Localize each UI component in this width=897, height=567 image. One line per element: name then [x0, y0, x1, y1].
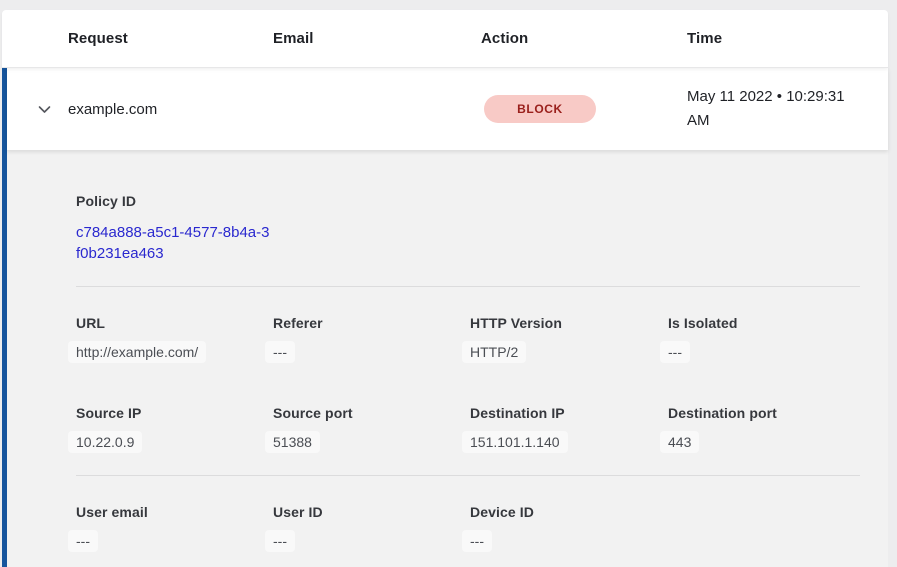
- detail-cell-user-email: User email ---: [76, 504, 273, 552]
- row-time-value: May 11 2022 • 10:29:31 AM: [687, 85, 883, 133]
- field-label: Source port: [273, 405, 470, 421]
- field-label: Destination port: [668, 405, 870, 421]
- field-value: ---: [68, 530, 98, 552]
- field-value: 151.101.1.140: [462, 431, 568, 453]
- row-detail-panel: Policy ID c784a888-a5c1-4577-8b4a-3f0b23…: [7, 150, 888, 567]
- field-value: ---: [462, 530, 492, 552]
- detail-cell-referer: Referer ---: [273, 315, 470, 363]
- detail-field-row: URL http://example.com/ Referer --- HTTP…: [76, 315, 870, 363]
- row-request-value: example.com: [68, 101, 273, 118]
- section-divider: [76, 286, 860, 287]
- log-table-card: Request Email Action Time example.com BL…: [2, 10, 888, 567]
- detail-cell-source-ip: Source IP 10.22.0.9: [76, 405, 273, 453]
- field-label: URL: [76, 315, 273, 331]
- detail-cell-source-port: Source port 51388: [273, 405, 470, 453]
- detail-field-row: User email --- User ID --- Device ID ---: [76, 504, 870, 552]
- table-row[interactable]: example.com BLOCK May 11 2022 • 10:29:31…: [7, 68, 888, 150]
- row-action-cell: BLOCK: [481, 95, 687, 123]
- section-divider: [76, 475, 860, 476]
- field-label: Source IP: [76, 405, 273, 421]
- field-value: 10.22.0.9: [68, 431, 142, 453]
- field-value: 51388: [265, 431, 320, 453]
- table-header-row: Request Email Action Time: [2, 10, 888, 68]
- detail-cell-device-id: Device ID ---: [470, 504, 668, 552]
- field-label: Is Isolated: [668, 315, 870, 331]
- field-label: Device ID: [470, 504, 668, 520]
- field-value: http://example.com/: [68, 341, 206, 363]
- detail-cell-destination-ip: Destination IP 151.101.1.140: [470, 405, 668, 453]
- field-label: Referer: [273, 315, 470, 331]
- detail-cell-empty: [668, 504, 870, 552]
- policy-id-link[interactable]: c784a888-a5c1-4577-8b4a-3f0b231ea463: [76, 222, 272, 264]
- chevron-down-icon: [36, 101, 53, 118]
- field-label: User ID: [273, 504, 470, 520]
- field-value: ---: [265, 341, 295, 363]
- column-header-email: Email: [273, 30, 481, 47]
- expanded-row-group: example.com BLOCK May 11 2022 • 10:29:31…: [2, 68, 888, 567]
- column-header-action: Action: [481, 30, 687, 47]
- field-label: User email: [76, 504, 273, 520]
- detail-field-row: Source IP 10.22.0.9 Source port 51388 De…: [76, 405, 870, 453]
- detail-cell-http-version: HTTP Version HTTP/2: [470, 315, 668, 363]
- field-label: HTTP Version: [470, 315, 668, 331]
- field-value: 443: [660, 431, 699, 453]
- field-value: ---: [660, 341, 690, 363]
- detail-cell-user-id: User ID ---: [273, 504, 470, 552]
- detail-cell-destination-port: Destination port 443: [668, 405, 870, 453]
- detail-cell-is-isolated: Is Isolated ---: [668, 315, 870, 363]
- expand-toggle[interactable]: [7, 101, 68, 118]
- block-status-badge: BLOCK: [484, 95, 596, 123]
- field-value: HTTP/2: [462, 341, 526, 363]
- detail-cell-url: URL http://example.com/: [76, 315, 273, 363]
- field-label: Destination IP: [470, 405, 668, 421]
- column-header-time: Time: [687, 30, 888, 47]
- column-header-request: Request: [68, 30, 273, 47]
- policy-section: Policy ID c784a888-a5c1-4577-8b4a-3f0b23…: [76, 193, 870, 264]
- field-value: ---: [265, 530, 295, 552]
- policy-id-label: Policy ID: [76, 193, 870, 209]
